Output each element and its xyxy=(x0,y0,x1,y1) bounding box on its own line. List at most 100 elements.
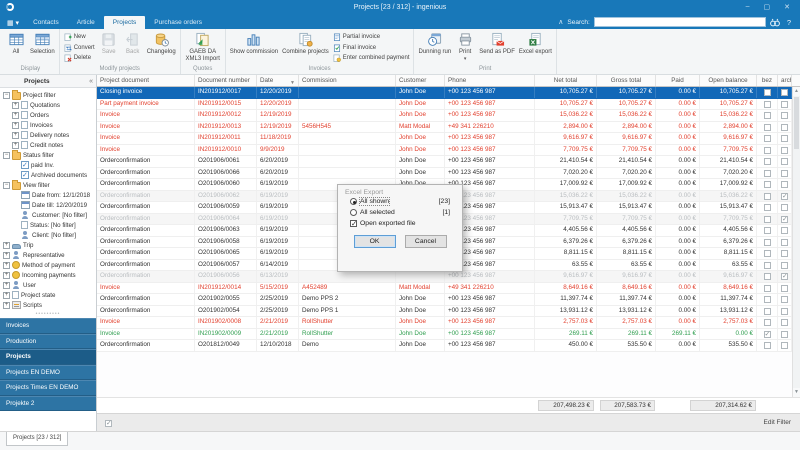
column-header-net-total[interactable]: Net total xyxy=(535,75,597,86)
option-all-shown[interactable]: All shown [23] xyxy=(350,196,450,207)
grid-row[interactable]: Orderconfirmation O201906/0056 6/13/2019 +0… xyxy=(97,271,800,283)
tree-item-representative[interactable]: + Representative xyxy=(0,250,96,260)
bez-checkbox[interactable] xyxy=(763,100,771,108)
column-header-phone[interactable]: Phone xyxy=(445,75,535,86)
arch-checkbox[interactable] xyxy=(781,227,788,234)
bez-checkbox[interactable] xyxy=(763,192,771,200)
arch-checkbox[interactable] xyxy=(781,158,788,165)
grid-row[interactable]: Part payment invoice IN201912/0015 12/20/2… xyxy=(97,98,800,110)
tree-item-client-no-filter[interactable]: Client: [No filter] xyxy=(0,230,96,240)
tree-item-orders[interactable]: + Orders xyxy=(0,110,96,120)
bez-checkbox[interactable] xyxy=(763,273,771,280)
tree-item-status-no-filter[interactable]: Status: [No filter] xyxy=(0,220,96,230)
tab-purchase-orders[interactable]: Purchase orders xyxy=(145,16,211,29)
tab-contacts[interactable]: Contacts xyxy=(24,16,68,29)
grid-row[interactable]: Invoice IN201912/0010 9/9/2019 John Doe +00 … xyxy=(97,144,800,156)
bez-checkbox[interactable] xyxy=(763,181,771,188)
plus-expander-icon[interactable]: + xyxy=(12,131,19,139)
bez-checkbox[interactable] xyxy=(763,146,771,154)
column-header-arch[interactable]: arch xyxy=(778,75,792,86)
bez-checkbox[interactable] xyxy=(763,135,771,142)
tree-item-scripts[interactable]: + Scripts xyxy=(0,300,96,310)
arch-checkbox[interactable] xyxy=(781,123,788,131)
arch-checkbox[interactable] xyxy=(781,204,788,211)
print-dropdown-icon[interactable]: ▾ xyxy=(464,56,467,62)
bez-checkbox[interactable] xyxy=(763,112,771,119)
tree-item-delivery-notes[interactable]: + Delivery notes xyxy=(0,130,96,140)
vertical-scrollbar[interactable]: ▲ ▼ xyxy=(792,87,800,397)
tree-item-view-filter[interactable]: − View filter xyxy=(0,180,96,190)
arch-checkbox[interactable] xyxy=(781,238,788,246)
enter-combined-payment-button[interactable]: Enter combined payment xyxy=(333,53,409,63)
plus-expander-icon[interactable]: + xyxy=(3,251,10,259)
bez-checkbox[interactable] xyxy=(763,227,771,234)
new-button[interactable]: New xyxy=(64,32,95,42)
arch-checkbox[interactable] xyxy=(781,261,788,269)
plus-expander-icon[interactable]: + xyxy=(12,121,19,129)
column-header-commission[interactable]: Commission xyxy=(299,75,396,86)
scroll-up-icon[interactable]: ▲ xyxy=(793,87,800,96)
grid-row[interactable]: Orderconfirmation O201902/0054 2/25/2019 De… xyxy=(97,305,800,317)
arch-checkbox[interactable] xyxy=(781,169,788,177)
selection-button[interactable]: Selection xyxy=(28,30,57,65)
ok-button[interactable]: OK xyxy=(353,235,396,248)
tree-item-status-filter[interactable]: − Status filter xyxy=(0,150,96,160)
arch-checkbox[interactable] xyxy=(781,272,788,282)
arch-checkbox[interactable] xyxy=(781,250,788,257)
arch-checkbox[interactable] xyxy=(781,307,788,315)
tree-item-date-from-12-1-2018[interactable]: Date from: 12/1/2018 xyxy=(0,190,96,200)
plus-expander-icon[interactable]: + xyxy=(12,141,19,149)
arch-checkbox[interactable] xyxy=(781,284,788,292)
plus-expander-icon[interactable]: + xyxy=(3,291,10,299)
maximize-button[interactable]: ▢ xyxy=(764,3,771,11)
bez-checkbox[interactable] xyxy=(763,250,771,257)
bez-checkbox[interactable] xyxy=(763,204,771,211)
column-header-document-number[interactable]: Document number xyxy=(195,75,257,86)
bez-checkbox[interactable] xyxy=(763,89,771,96)
bez-checkbox[interactable] xyxy=(763,238,771,246)
bez-checkbox[interactable] xyxy=(763,296,771,303)
arch-checkbox[interactable] xyxy=(781,181,788,188)
arch-checkbox[interactable] xyxy=(781,135,788,142)
bez-checkbox[interactable] xyxy=(763,342,771,349)
bez-checkbox[interactable] xyxy=(763,319,771,326)
partial-invoice-button[interactable]: Partial invoice xyxy=(333,32,410,42)
cancel-button[interactable]: Cancel xyxy=(404,235,447,248)
app-menu-button[interactable]: ▦ ▾ xyxy=(0,19,24,29)
bez-checkbox[interactable] xyxy=(763,284,771,292)
plus-expander-icon[interactable]: + xyxy=(3,301,10,309)
minus-expander-icon[interactable]: − xyxy=(3,151,10,159)
arch-checkbox[interactable] xyxy=(781,112,788,119)
help-button[interactable]: ? xyxy=(784,18,794,27)
minus-expander-icon[interactable]: − xyxy=(3,181,10,189)
plus-expander-icon[interactable]: + xyxy=(3,271,10,279)
nav-projects-en-demo[interactable]: Projects EN DEMO xyxy=(0,364,96,380)
grid-row[interactable]: Orderconfirmation O201902/0055 2/25/2019 De… xyxy=(97,294,800,306)
plus-expander-icon[interactable]: + xyxy=(12,101,19,109)
search-binoculars-icon[interactable] xyxy=(769,18,780,27)
radio-selected-icon[interactable] xyxy=(350,198,357,205)
edit-filter-button[interactable]: Edit Filter xyxy=(764,419,800,426)
arch-checkbox[interactable] xyxy=(781,296,788,303)
arch-checkbox[interactable] xyxy=(781,342,788,349)
tree-item-archived-documents[interactable]: Archived documents xyxy=(0,170,96,180)
changelog-button[interactable]: Changelog xyxy=(145,30,178,65)
close-button[interactable]: ✕ xyxy=(784,3,790,11)
tree-item-invoices[interactable]: + Invoices xyxy=(0,120,96,130)
tree-item-quotations[interactable]: + Quotations xyxy=(0,100,96,110)
minus-expander-icon[interactable]: − xyxy=(3,91,10,99)
bez-checkbox[interactable] xyxy=(763,123,771,131)
column-header-paid[interactable]: Paid xyxy=(656,75,700,86)
plus-expander-icon[interactable]: + xyxy=(3,241,10,249)
tree-item-method-of-payment[interactable]: + Method of payment xyxy=(0,260,96,270)
nav-projects[interactable]: Projects xyxy=(0,349,96,365)
column-header-project-document[interactable]: Project document xyxy=(97,75,195,86)
tree-item-trip[interactable]: + Trip xyxy=(0,240,96,250)
grid-row[interactable]: Orderconfirmation O201906/0066 6/20/2019 Jo… xyxy=(97,167,800,179)
plus-expander-icon[interactable]: + xyxy=(12,111,19,119)
tree-item-customer-no-filter[interactable]: Customer: [No filter] xyxy=(0,210,96,220)
search-input[interactable] xyxy=(593,17,766,27)
bez-checkbox[interactable] xyxy=(763,158,771,165)
plus-expander-icon[interactable]: + xyxy=(3,281,10,289)
grid-row[interactable]: Orderconfirmation O201906/0061 6/20/2019 Jo… xyxy=(97,156,800,168)
